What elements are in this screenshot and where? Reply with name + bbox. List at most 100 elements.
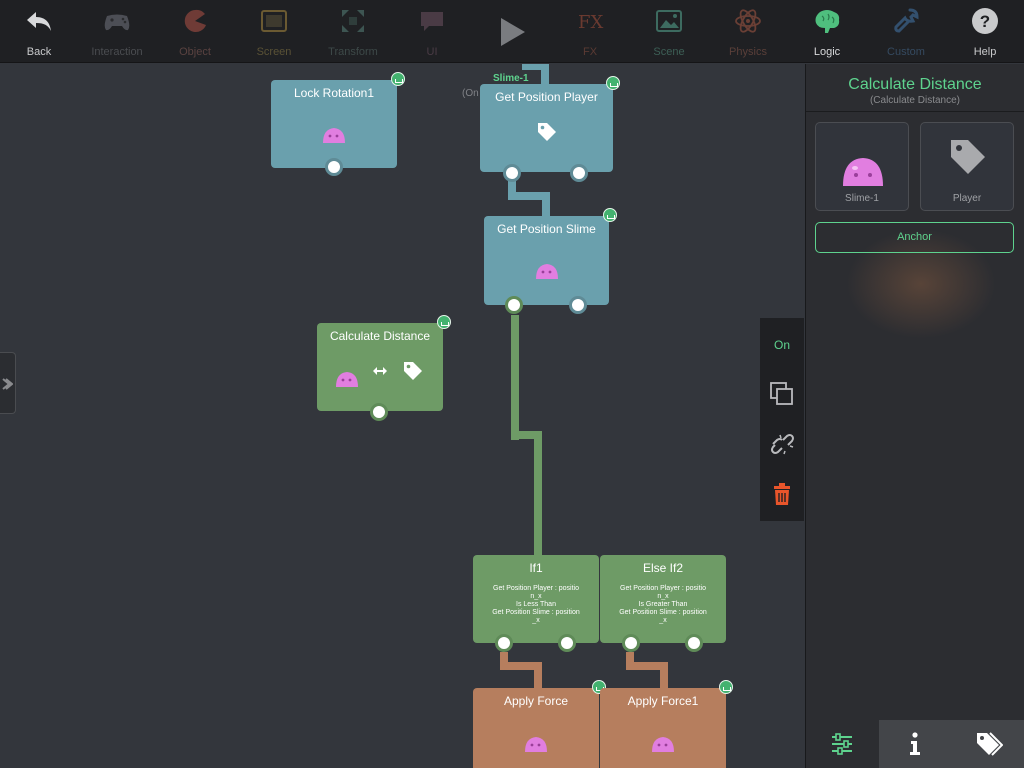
tag-icon — [951, 140, 985, 174]
play-button[interactable] — [492, 12, 532, 52]
object-card-label: Slime-1 — [845, 193, 879, 204]
chevron-right-icon — [2, 378, 13, 390]
logic-canvas[interactable]: Slime-1 (On Lock Rotation1 Get Position … — [0, 64, 805, 768]
node-apply-force1[interactable]: Apply Force1 — [600, 680, 733, 768]
app-window: Back Interaction Object Screen Transform… — [0, 0, 1024, 768]
settings-sliders-icon — [832, 733, 852, 755]
node-title: Get Position Player — [495, 90, 598, 104]
toolbar-physics-label: Physics — [729, 46, 767, 58]
node-export-badge[interactable] — [437, 315, 451, 329]
node-output-port-right[interactable] — [570, 164, 588, 182]
toolbar-fx-label: FX — [582, 46, 598, 58]
node-output-port-left[interactable] — [622, 634, 640, 652]
tab-info[interactable] — [879, 720, 952, 768]
node-export-badge[interactable] — [603, 208, 617, 222]
duplicate-icon[interactable] — [768, 380, 796, 408]
node-title: Apply Force1 — [627, 694, 699, 708]
wire-elseif-to-apply-force1-down — [660, 662, 668, 688]
toolbar-back-button[interactable]: Back — [0, 0, 78, 63]
toolbar-screen-button[interactable]: Screen — [235, 0, 313, 63]
node-export-badge[interactable] — [391, 72, 405, 86]
toolbar-ui-button[interactable]: UI — [393, 0, 471, 63]
toolbar-physics-button[interactable]: Physics — [709, 0, 787, 63]
toolbar-custom-label: Custom — [887, 46, 925, 58]
tab-settings[interactable] — [806, 720, 879, 768]
toolbar-back-label: Back — [26, 46, 52, 58]
node-get-position-slime[interactable]: Get Position Slime — [484, 208, 617, 314]
anchor-button[interactable]: Anchor — [815, 222, 1014, 253]
node-output-port-left[interactable] — [505, 296, 523, 314]
pacman-object-icon — [184, 9, 206, 32]
landscape-image-icon — [656, 10, 682, 32]
node-calculate-distance[interactable]: Calculate Distance — [317, 315, 451, 421]
wire-top-connector-horizontal — [522, 64, 549, 70]
wire-slime-to-if-down — [534, 431, 542, 555]
panel-divider — [806, 111, 1024, 112]
distance-arrows-icon — [373, 367, 387, 375]
toolbar-interaction-label: Interaction — [91, 46, 143, 58]
svg-text:?: ? — [980, 12, 990, 31]
node-output-port-left[interactable] — [503, 164, 521, 182]
wrench-icon — [894, 8, 919, 33]
expand-transform-icon — [342, 10, 364, 32]
toolbar-ui-label: UI — [426, 46, 438, 58]
object-card-label: Player — [952, 193, 982, 204]
node-get-position-player[interactable]: Get Position Player — [480, 76, 620, 182]
properties-panel: Calculate Distance (Calculate Distance) … — [805, 64, 1024, 768]
node-output-port[interactable] — [325, 158, 343, 176]
node-output-port-right[interactable] — [685, 634, 703, 652]
help-question-icon: ? — [972, 8, 998, 34]
panel-tab-bar — [806, 720, 1024, 768]
play-icon — [501, 18, 525, 46]
node-title: If1 — [529, 561, 543, 575]
object-card-player[interactable]: Player — [920, 122, 1014, 211]
node-on-toggle[interactable]: On — [760, 338, 804, 352]
node-apply-force[interactable]: Apply Force — [473, 680, 606, 768]
tag-icon — [538, 123, 556, 141]
node-export-badge[interactable] — [719, 680, 733, 694]
wire-player-to-slime-down — [542, 192, 550, 216]
node-output-port-right[interactable] — [558, 634, 576, 652]
toolbar-logic-button[interactable]: Logic — [788, 0, 866, 63]
node-output-port-right[interactable] — [569, 296, 587, 314]
atom-icon — [735, 9, 761, 33]
node-output-port-left[interactable] — [495, 634, 513, 652]
trash-icon[interactable] — [768, 480, 796, 508]
toolbar-transform-button[interactable]: Transform — [314, 0, 392, 63]
node-lock-rotation[interactable]: Lock Rotation1 — [271, 72, 405, 176]
slime-icon — [525, 737, 547, 752]
node-title: Calculate Distance — [329, 329, 431, 343]
brain-icon — [815, 10, 840, 33]
info-icon — [910, 732, 920, 755]
toolbar-help-label: Help — [973, 46, 997, 58]
side-drawer-handle[interactable] — [0, 352, 16, 414]
node-condition-text: Get Position Player : positio n_x Is Les… — [492, 585, 580, 624]
node-title: Apply Force — [503, 694, 569, 708]
wire-slime-to-if — [511, 315, 519, 440]
svg-text:FX: FX — [578, 12, 603, 33]
toolbar-transform-label: Transform — [328, 46, 378, 58]
node-output-port[interactable] — [370, 403, 388, 421]
toolbar-scene-button[interactable]: Scene — [630, 0, 708, 63]
node-if1[interactable]: If1 Get Position Player : positio n_x Is… — [473, 555, 599, 652]
node-title: Lock Rotation1 — [293, 86, 375, 100]
toolbar-help-button[interactable]: ? Help — [946, 0, 1024, 63]
toolbar-object-button[interactable]: Object — [156, 0, 234, 63]
toolbar-interaction-button[interactable]: Interaction — [78, 0, 156, 63]
fx-icon: FX — [578, 12, 603, 33]
tab-tags[interactable] — [952, 720, 1024, 768]
toolbar-custom-button[interactable]: Custom — [867, 0, 945, 63]
tags-icon — [977, 732, 1003, 756]
node-condition-text: Get Position Player : positio n_x Is Gre… — [619, 585, 707, 624]
toolbar-fx-button[interactable]: FX FX — [551, 0, 629, 63]
node-title: Get Position Slime — [497, 222, 596, 236]
unlink-icon[interactable] — [768, 430, 796, 458]
toolbar-logic-label: Logic — [813, 46, 841, 58]
node-export-badge[interactable] — [606, 76, 620, 90]
slime-icon — [336, 372, 358, 387]
wire-if-to-apply-force-down — [534, 662, 542, 688]
node-else-if2[interactable]: Else If2 Get Position Player : positio n… — [600, 555, 726, 652]
slime-object-label: Slime-1 — [493, 73, 529, 84]
slime-icon — [843, 158, 883, 186]
object-card-slime[interactable]: Slime-1 — [815, 122, 909, 211]
